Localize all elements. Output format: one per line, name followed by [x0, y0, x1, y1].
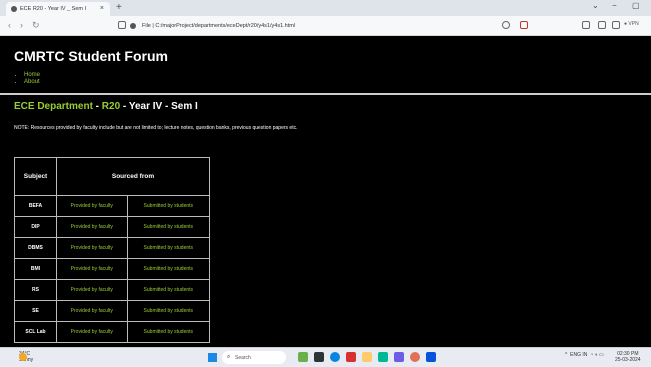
faculty-link[interactable]: Provided by faculty — [56, 321, 128, 343]
site-title: CMRTC Student Forum — [14, 48, 168, 64]
edge-browser-icon[interactable] — [330, 352, 340, 362]
vpn-button[interactable]: ● VPN — [624, 21, 639, 27]
site-info-icon[interactable] — [130, 23, 136, 29]
sun-icon — [19, 353, 27, 361]
minimize-button[interactable]: − — [612, 1, 617, 10]
task-view-icon[interactable] — [314, 352, 324, 362]
address-bar-row: ‹ › ↻ File | C:/majorProject/departments… — [0, 16, 651, 36]
extension-icon[interactable] — [520, 21, 528, 29]
url-field[interactable]: File | C:/majorProject/departments/eceDe… — [128, 19, 488, 33]
bookmark-icon[interactable] — [118, 21, 126, 29]
table-row: SCL Lab Provided by faculty Submitted by… — [14, 321, 211, 343]
header-sourced-from: Sourced from — [56, 157, 210, 196]
nav-link-home[interactable]: Home — [24, 72, 40, 79]
widgets-app-icon[interactable] — [298, 352, 308, 362]
heading-department: ECE Department — [14, 101, 93, 112]
tabs-icon[interactable] — [598, 21, 606, 29]
vscode-icon[interactable] — [394, 352, 404, 362]
url-text: File | C:/majorProject/departments/eceDe… — [142, 23, 296, 29]
tab-close-icon[interactable]: × — [100, 5, 104, 12]
browser-tab-bar: ECE R20 - Year IV _ Sem I × + ⌄ − ▢ — [0, 0, 651, 16]
students-link[interactable]: Submitted by students — [126, 279, 211, 301]
resources-note: NOTE: Resources provided by faculty incl… — [14, 125, 298, 131]
back-button[interactable]: ‹ — [8, 20, 11, 30]
heading-regulation: R20 — [101, 101, 121, 112]
nav-link-about[interactable]: About — [24, 79, 40, 86]
store-app-icon[interactable] — [378, 352, 388, 362]
maximize-button[interactable]: ▢ — [632, 1, 640, 10]
shield-icon[interactable] — [502, 21, 510, 29]
new-tab-button[interactable]: + — [116, 2, 122, 13]
heading-year-sem: - Year IV - Sem I — [120, 101, 198, 112]
faculty-link[interactable]: Provided by faculty — [56, 279, 128, 301]
page-content: CMRTC Student Forum Home About ECE Depar… — [0, 37, 651, 347]
chrome-icon[interactable] — [410, 352, 420, 362]
weather-widget[interactable]: 34°C Sunny — [8, 351, 33, 363]
windows-start-icon[interactable] — [208, 353, 217, 362]
photos-app-icon[interactable] — [426, 352, 436, 362]
subject-cell: SE — [14, 300, 57, 322]
site-nav: Home About — [24, 72, 40, 86]
brave-browser-icon[interactable] — [346, 352, 356, 362]
resources-table: Subject Sourced from BEFA Provided by fa… — [14, 157, 211, 343]
language-indicator[interactable]: ENG IN — [570, 352, 587, 358]
students-link[interactable]: Submitted by students — [126, 216, 211, 238]
search-icon: ⌕ — [227, 354, 231, 360]
search-placeholder: Search — [235, 355, 251, 361]
file-explorer-icon[interactable] — [362, 352, 372, 362]
heading-separator: - — [92, 101, 102, 112]
tab-title: ECE R20 - Year IV _ Sem I — [20, 6, 87, 12]
table-row: RS Provided by faculty Submitted by stud… — [14, 279, 211, 301]
subject-cell: DBMS — [14, 237, 57, 259]
subject-cell: DIP — [14, 216, 57, 238]
browser-tab[interactable]: ECE R20 - Year IV _ Sem I × — [6, 2, 110, 16]
reload-button[interactable]: ↻ — [32, 20, 40, 31]
header-subject: Subject — [14, 157, 57, 196]
table-row: BMI Provided by faculty Submitted by stu… — [14, 258, 211, 280]
wallet-icon[interactable] — [612, 21, 620, 29]
subject-cell: BEFA — [14, 195, 57, 217]
faculty-link[interactable]: Provided by faculty — [56, 300, 128, 322]
subject-cell: RS — [14, 279, 57, 301]
subject-cell: BMI — [14, 258, 57, 280]
forward-button[interactable]: › — [20, 20, 23, 30]
divider — [0, 93, 651, 95]
subject-cell: SCL Lab — [14, 321, 57, 343]
faculty-link[interactable]: Provided by faculty — [56, 237, 128, 259]
faculty-link[interactable]: Provided by faculty — [56, 195, 128, 217]
clock-date: 25-03-2024 — [615, 357, 641, 363]
table-row: DIP Provided by faculty Submitted by stu… — [14, 216, 211, 238]
faculty-link[interactable]: Provided by faculty — [56, 216, 128, 238]
students-link[interactable]: Submitted by students — [126, 258, 211, 280]
clock[interactable]: 02:30 PM 25-03-2024 — [615, 351, 641, 363]
students-link[interactable]: Submitted by students — [126, 300, 211, 322]
taskbar-search[interactable]: ⌕ Search — [222, 351, 286, 364]
tab-favicon-icon — [11, 6, 17, 12]
system-tray[interactable]: ^ ENG IN ◔ ◖ ▭ — [565, 352, 604, 358]
sidebar-icon[interactable] — [582, 21, 590, 29]
table-row: DBMS Provided by faculty Submitted by st… — [14, 237, 211, 259]
students-link[interactable]: Submitted by students — [126, 321, 211, 343]
students-link[interactable]: Submitted by students — [126, 195, 211, 217]
table-header-row: Subject Sourced from — [14, 157, 210, 196]
page-heading: ECE Department - R20 - Year IV - Sem I — [14, 101, 198, 112]
table-row: BEFA Provided by faculty Submitted by st… — [14, 195, 211, 217]
table-row: SE Provided by faculty Submitted by stud… — [14, 300, 211, 322]
windows-taskbar: 34°C Sunny ⌕ Search ^ ENG IN ◔ ◖ ▭ 02:30… — [0, 347, 651, 367]
faculty-link[interactable]: Provided by faculty — [56, 258, 128, 280]
tab-search-icon[interactable]: ⌄ — [592, 1, 599, 10]
students-link[interactable]: Submitted by students — [126, 237, 211, 259]
